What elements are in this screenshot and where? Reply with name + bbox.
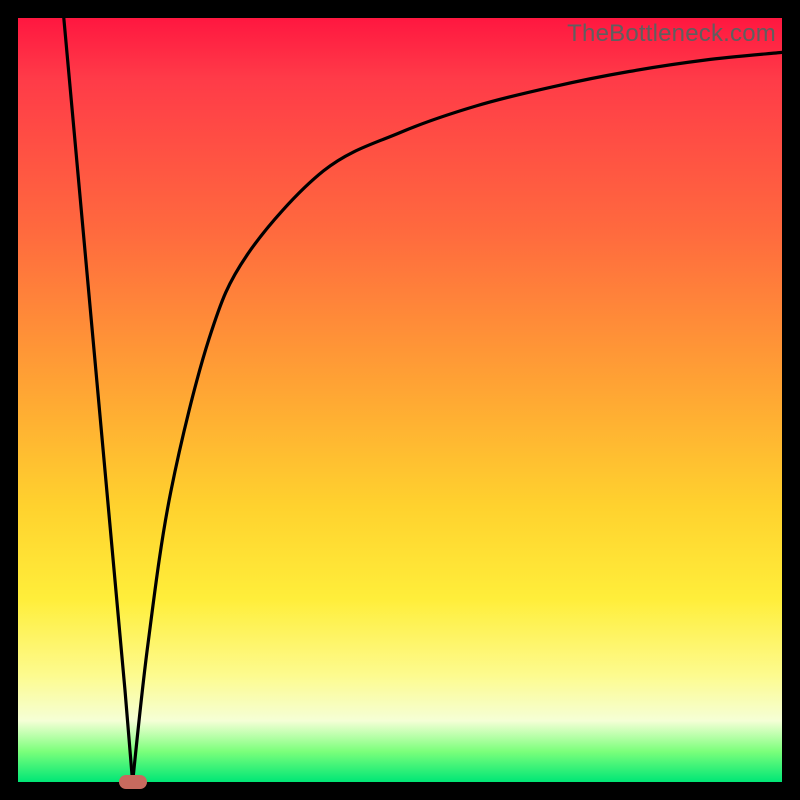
chart-frame: TheBottleneck.com [18, 18, 782, 782]
watermark-text: TheBottleneck.com [567, 20, 776, 48]
optimum-marker [119, 775, 147, 789]
chart-gradient-background [18, 18, 782, 782]
